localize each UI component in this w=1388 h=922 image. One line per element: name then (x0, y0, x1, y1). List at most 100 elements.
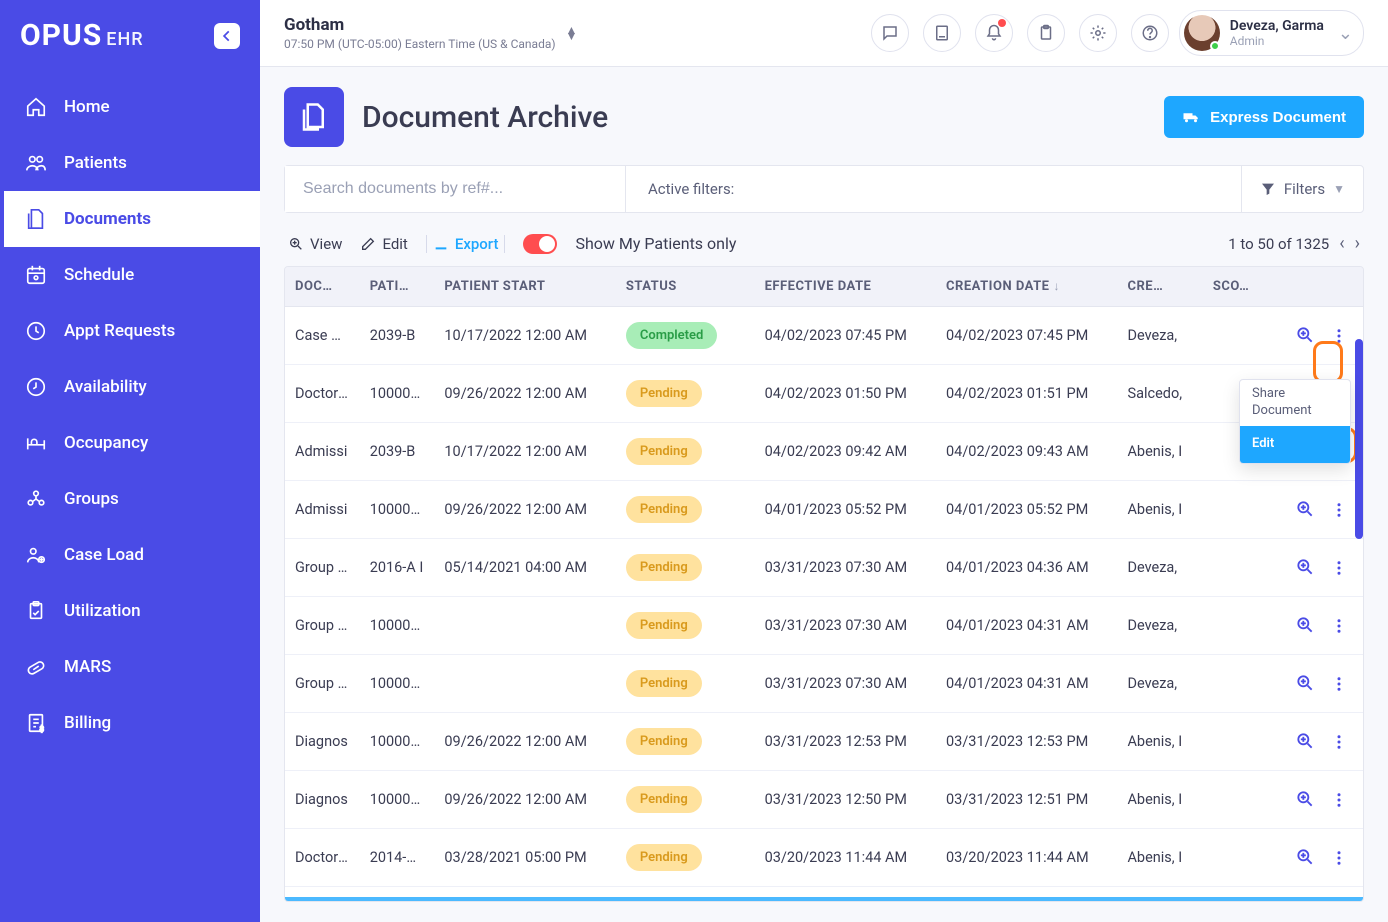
edit-button[interactable]: Edit (360, 235, 407, 253)
col-scope[interactable]: SCO… (1203, 267, 1267, 307)
home-icon (24, 95, 48, 119)
cell-start (434, 597, 615, 655)
help-icon[interactable] (1131, 14, 1169, 52)
cell-effective: 04/02/2023 07:45 PM (755, 307, 936, 365)
filters-button[interactable]: Filters ▼ (1241, 166, 1363, 212)
gear-icon[interactable] (1079, 14, 1117, 52)
col-creation[interactable]: CREATION DATE↓ (936, 267, 1117, 307)
cell-creator: Abenis, I (1117, 771, 1202, 829)
export-button[interactable]: Export (426, 235, 506, 253)
express-document-button[interactable]: Express Document (1164, 96, 1364, 138)
sidebar-item-home[interactable]: Home (0, 79, 260, 135)
clipboard-icon[interactable] (1027, 14, 1065, 52)
col-status[interactable]: STATUS (616, 267, 755, 307)
cell-effective: 03/31/2023 12:50 PM (755, 771, 936, 829)
sidebar-collapse-button[interactable] (214, 23, 240, 49)
cell-creation: 04/02/2023 07:45 PM (936, 307, 1117, 365)
row-view-icon[interactable] (1291, 901, 1319, 902)
pager-next[interactable]: › (1355, 233, 1360, 254)
view-button[interactable]: View (288, 235, 342, 253)
row-more-icon[interactable] (1325, 728, 1353, 756)
table-row[interactable]: Diagnos100001709/26/2022 12:00 AMPending… (285, 713, 1363, 771)
cell-creation: 04/01/2023 04:31 AM (936, 655, 1117, 713)
row-view-icon[interactable] (1291, 553, 1319, 581)
sidebar-item-billing[interactable]: $Billing (0, 695, 260, 751)
row-view-icon[interactable] (1291, 785, 1319, 813)
cell-status: Pending (616, 829, 755, 887)
show-my-patients-toggle[interactable] (523, 234, 557, 254)
avatar (1184, 15, 1220, 51)
sidebar-item-label: Occupancy (64, 433, 148, 453)
sidebar-item-availability[interactable]: Availability (0, 359, 260, 415)
row-view-icon[interactable] (1291, 611, 1319, 639)
sidebar-item-label: Documents (64, 209, 151, 229)
bell-icon[interactable] (975, 14, 1013, 52)
table-row[interactable]: Admissi100001709/26/2022 12:00 AMPending… (285, 481, 1363, 539)
table-row[interactable]: Admissi2039-B10/17/2022 12:00 AMPending0… (285, 423, 1363, 481)
table-row[interactable]: Group Se2016-A I05/14/2021 04:00 AMPendi… (285, 539, 1363, 597)
row-more-icon[interactable] (1325, 496, 1353, 524)
page-icon (284, 87, 344, 147)
download-icon (433, 236, 449, 252)
cell-creation: 04/01/2023 04:36 AM (936, 539, 1117, 597)
cell-patient: 1000017 (360, 481, 435, 539)
row-more-icon[interactable] (1325, 844, 1353, 872)
table-row[interactable]: Group Se1000049Pending03/31/2023 07:30 A… (285, 597, 1363, 655)
row-more-icon[interactable] (1325, 554, 1353, 582)
user-menu[interactable]: Deveza, Garma Admin ⌄ (1179, 10, 1364, 56)
col-patient[interactable]: PATI… (360, 267, 435, 307)
filter-bar: Active filters: Filters ▼ (284, 165, 1364, 213)
cell-creator: Salcedo, (1117, 365, 1202, 423)
row-more-icon[interactable] (1325, 670, 1353, 698)
documents-icon (299, 102, 329, 132)
row-more-icon[interactable] (1325, 786, 1353, 814)
groups-icon (24, 487, 48, 511)
menu-edit[interactable]: Edit (1240, 426, 1350, 463)
col-effective[interactable]: EFFECTIVE DATE (755, 267, 936, 307)
funnel-icon (1260, 181, 1276, 197)
cell-effective: 03/20/2023 11:44 AM (755, 829, 936, 887)
cell-creator: Deveza, (1117, 307, 1202, 365)
table-row[interactable]: Case Ma2039-B10/17/2022 12:00 AMComplete… (285, 307, 1363, 365)
sidebar-item-occupancy[interactable]: Occupancy (0, 415, 260, 471)
sidebar-item-case-load[interactable]: Case Load (0, 527, 260, 583)
sidebar-item-groups[interactable]: Groups (0, 471, 260, 527)
chat-icon[interactable] (871, 14, 909, 52)
cell-creation: 04/01/2023 05:52 PM (936, 481, 1117, 539)
pager-prev[interactable]: ‹ (1339, 233, 1344, 254)
menu-share-document[interactable]: Share Document (1240, 380, 1350, 426)
cell-creator: Deveza, (1117, 539, 1202, 597)
book-icon[interactable] (923, 14, 961, 52)
table-row[interactable]: Group Se1000051Pending03/31/2023 07:30 A… (285, 655, 1363, 713)
sidebar-item-appt-requests[interactable]: Appt Requests (0, 303, 260, 359)
sidebar-item-label: Patients (64, 153, 127, 173)
col-start[interactable]: PATIENT START (434, 267, 615, 307)
cell-status: Pending (616, 539, 755, 597)
row-view-icon[interactable] (1291, 843, 1319, 871)
row-view-icon[interactable] (1291, 321, 1319, 349)
sidebar-item-documents[interactable]: Documents (0, 191, 260, 247)
sidebar-item-utilization[interactable]: Utilization (0, 583, 260, 639)
row-view-icon[interactable] (1291, 495, 1319, 523)
row-more-icon[interactable] (1325, 322, 1353, 350)
scrollbar[interactable] (1355, 339, 1363, 539)
search-input[interactable] (285, 166, 625, 212)
org-switcher[interactable]: ▲▼ (566, 27, 578, 39)
col-doc[interactable]: DOC… (285, 267, 360, 307)
cell-effective: 03/31/2023 07:30 AM (755, 539, 936, 597)
table-row[interactable]: Doctor O100001709/26/2022 12:00 AMPendin… (285, 365, 1363, 423)
cell-start: 09/26/2022 12:00 AM (434, 481, 615, 539)
cell-doc: Group Se (285, 655, 360, 713)
sidebar-item-patients[interactable]: Patients (0, 135, 260, 191)
row-view-icon[interactable] (1291, 727, 1319, 755)
sidebar-item-mars[interactable]: MARS (0, 639, 260, 695)
sort-desc-icon: ↓ (1054, 279, 1061, 293)
col-creator[interactable]: CRE… (1117, 267, 1202, 307)
table-row[interactable]: Doctor O2014-A O03/28/2021 05:00 PMPendi… (285, 829, 1363, 887)
table-row[interactable]: Diagnos100001709/26/2022 12:00 AMPending… (285, 771, 1363, 829)
row-view-icon[interactable] (1291, 669, 1319, 697)
cell-start: 10/17/2022 12:00 AM (434, 423, 615, 481)
sidebar-item-schedule[interactable]: Schedule (0, 247, 260, 303)
cell-creator: Deveza, (1117, 597, 1202, 655)
row-more-icon[interactable] (1325, 612, 1353, 640)
